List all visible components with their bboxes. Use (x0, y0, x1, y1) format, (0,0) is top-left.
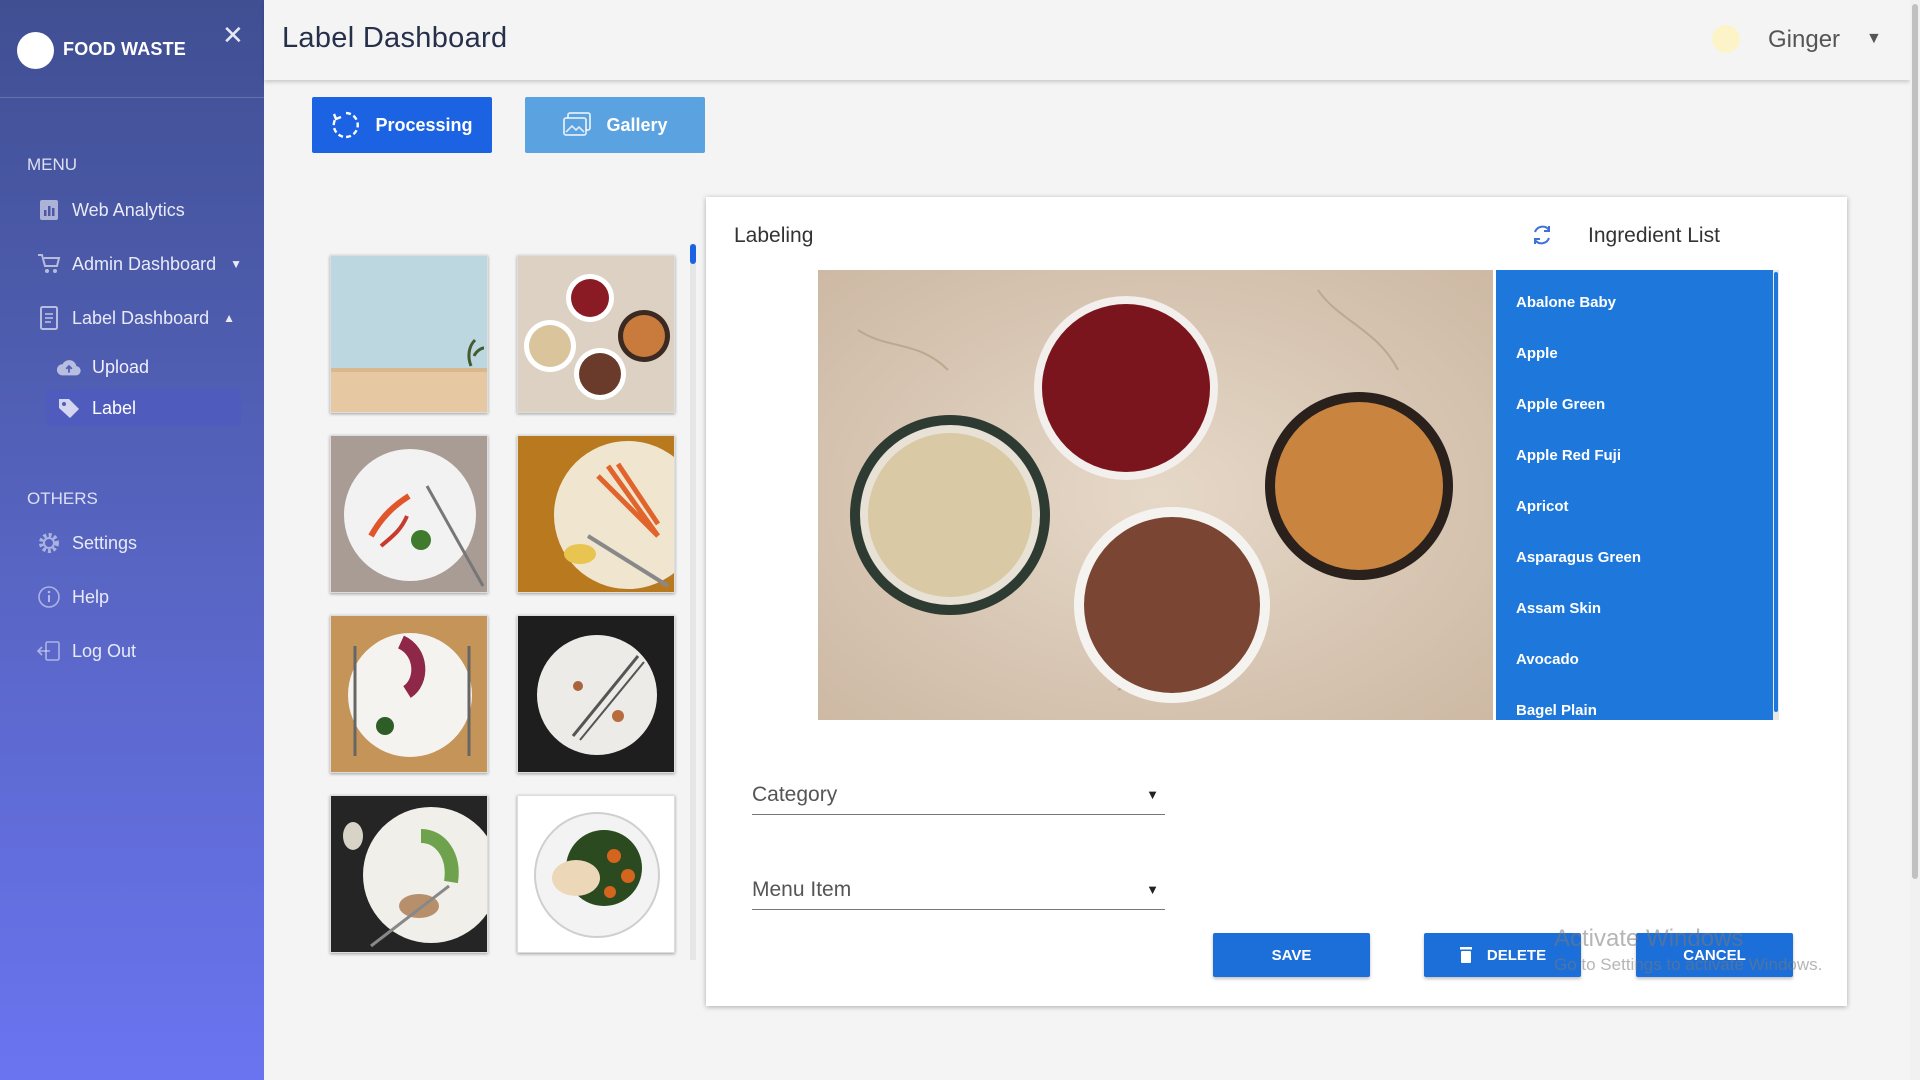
sidebar-item-label: Web Analytics (72, 199, 185, 220)
cloud-upload-icon (56, 355, 82, 379)
sidebar-item-logout[interactable]: Log Out (36, 635, 136, 667)
ingredient-list: Abalone Baby Apple Apple Green Apple Red… (1496, 270, 1779, 720)
ingredient-scrollbar-thumb[interactable] (1774, 272, 1778, 712)
header: Label Dashboard Ginger ▼ (264, 0, 1910, 80)
gallery-thumbnail[interactable] (517, 795, 675, 953)
images-icon (562, 112, 592, 138)
gallery-label: Gallery (606, 114, 668, 135)
logout-icon (36, 638, 62, 664)
trash-icon (1459, 946, 1473, 964)
processing-label: Processing (375, 114, 473, 135)
sidebar: FOOD WASTE ✕ MENU Web Analytics Admin Da… (0, 0, 264, 1080)
labeling-title: Labeling (734, 224, 814, 247)
page-title: Label Dashboard (282, 22, 508, 54)
sidebar-item-label: Settings (72, 532, 138, 553)
dropdown-arrow-icon: ▼ (1146, 787, 1159, 802)
document-icon (36, 305, 62, 331)
dropdown-arrow-icon: ▼ (1146, 882, 1159, 897)
avatar[interactable] (1712, 25, 1740, 53)
ingredient-item[interactable]: Apple Green (1496, 372, 1779, 423)
bar-chart-icon (36, 197, 62, 223)
ingredient-item[interactable]: Apricot (1496, 474, 1779, 525)
ingredient-item[interactable]: Assam Skin (1496, 576, 1779, 627)
ingredient-item[interactable]: Asparagus Green (1496, 525, 1779, 576)
gallery-thumbnail[interactable] (517, 435, 675, 593)
ingredient-item[interactable]: Apple Red Fuji (1496, 423, 1779, 474)
sidebar-item-label: Label Dashboard (72, 307, 210, 328)
sidebar-item-admin-dashboard[interactable]: Admin Dashboard ▼ (36, 248, 242, 280)
save-label: SAVE (1271, 946, 1312, 964)
ingredient-item[interactable]: Bagel Plain (1496, 678, 1779, 720)
gallery-thumbnail[interactable] (517, 615, 675, 773)
gear-icon (36, 530, 62, 556)
gallery-thumbnail[interactable] (330, 615, 488, 773)
brand: FOOD WASTE ✕ (0, 0, 264, 98)
processing-icon (331, 110, 361, 140)
sidebar-item-settings[interactable]: Settings (36, 527, 137, 559)
gallery-thumbnail[interactable] (330, 795, 488, 953)
sidebar-subitem-label[interactable]: Label (46, 390, 241, 426)
brand-logo (17, 32, 54, 69)
watermark-line-1: Activate Windows (1554, 925, 1744, 952)
sidebar-item-web-analytics[interactable]: Web Analytics (36, 194, 185, 226)
tag-icon (56, 396, 82, 420)
sidebar-item-label-dashboard[interactable]: Label Dashboard ▲ (36, 302, 235, 334)
sidebar-item-label: Admin Dashboard (72, 253, 217, 274)
user-name[interactable]: Ginger (1768, 26, 1840, 54)
gallery-thumbnail[interactable] (517, 255, 675, 413)
brand-title: FOOD WASTE (63, 39, 186, 59)
sidebar-item-label: Log Out (72, 640, 137, 661)
user-menu-caret-icon[interactable]: ▼ (1866, 30, 1882, 48)
ingredient-item[interactable]: Avocado (1496, 627, 1779, 678)
ingredient-item[interactable]: Abalone Baby (1496, 270, 1779, 321)
page-scrollbar[interactable] (1910, 0, 1920, 1080)
close-sidebar-button[interactable]: ✕ (222, 22, 244, 48)
ingredient-scrollbar[interactable] (1773, 270, 1779, 720)
watermark-line-2: Go to Settings to activate Windows. (1554, 955, 1823, 974)
sidebar-subitem-upload[interactable]: Upload (46, 349, 241, 385)
category-label: Category (752, 783, 838, 806)
cart-icon (36, 251, 62, 277)
gallery-thumbnail[interactable] (330, 435, 488, 593)
others-heading: OTHERS (27, 489, 98, 508)
ingredient-item[interactable]: Apple (1496, 321, 1779, 372)
delete-label: DELETE (1486, 946, 1547, 964)
processing-button[interactable]: Processing (312, 97, 492, 153)
gallery-scrollbar[interactable] (690, 244, 696, 960)
ingredient-list-title: Ingredient List (1588, 224, 1720, 247)
info-icon (36, 584, 62, 610)
caret-up-icon: ▲ (223, 311, 235, 325)
caret-down-icon: ▼ (230, 257, 242, 271)
page-scrollbar-thumb[interactable] (1912, 4, 1918, 879)
sidebar-item-help[interactable]: Help (36, 581, 109, 613)
refresh-icon[interactable] (1530, 223, 1554, 252)
gallery-scrollbar-thumb[interactable] (690, 244, 696, 264)
category-select[interactable]: Category ▼ (752, 775, 1165, 815)
menu-heading: MENU (27, 155, 78, 174)
gallery-thumbnail[interactable] (330, 255, 488, 413)
windows-activation-watermark: Activate Windows Go to Settings to activ… (1554, 925, 1822, 975)
labeling-card: Labeling Ingredient List Abalone Baby Ap… (706, 197, 1847, 1006)
save-button[interactable]: SAVE (1213, 933, 1370, 977)
sidebar-subitem-label-text: Label (92, 397, 137, 418)
gallery-button[interactable]: Gallery (525, 97, 705, 153)
menu-item-select[interactable]: Menu Item ▼ (752, 870, 1165, 910)
sidebar-item-label: Help (72, 586, 110, 607)
menu-item-label: Menu Item (752, 878, 852, 901)
sidebar-subitem-label: Upload (92, 356, 150, 377)
labeling-image (818, 270, 1493, 720)
